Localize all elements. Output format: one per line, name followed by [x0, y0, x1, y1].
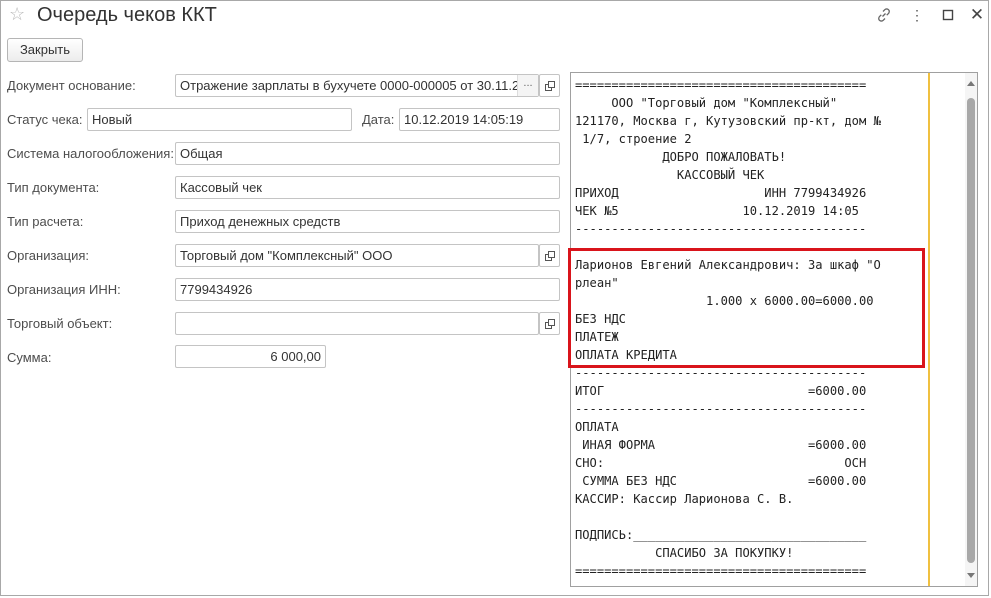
close-button[interactable]: Закрыть — [7, 38, 83, 62]
tax-system-value: Общая — [180, 146, 223, 161]
receipt-line: СУММА БЕЗ НДС =6000.00 — [575, 474, 867, 488]
inn-label: Организация ИНН: — [7, 282, 121, 297]
maximize-icon[interactable] — [939, 6, 959, 24]
link-icon[interactable] — [875, 6, 895, 24]
receipt-line: ИНАЯ ФОРМА =6000.00 — [575, 438, 867, 452]
window-title: Очередь чеков ККТ — [37, 4, 217, 26]
doc-type-value: Кассовый чек — [180, 180, 262, 195]
scroll-up-arrow-icon[interactable] — [967, 81, 975, 86]
date-label: Дата: — [362, 112, 395, 127]
receipt-line: 1/7, строение 2 — [575, 132, 692, 146]
organization-value: Торговый дом "Комплексный" ООО — [180, 248, 393, 263]
open-form-icon — [545, 319, 555, 329]
receipt-line: КАССИР: Кассир Ларионова С. В. — [575, 492, 794, 506]
trade-object-label: Торговый объект: — [7, 316, 113, 331]
sum-label: Сумма: — [7, 350, 52, 365]
trade-object-field[interactable] — [175, 312, 539, 335]
inn-value: 7799434926 — [180, 282, 253, 297]
receipt-line: ИТОГ =6000.00 — [575, 384, 867, 398]
receipt-line: ---------------------------------------- — [575, 402, 867, 416]
doc-basis-open-button[interactable] — [539, 74, 560, 97]
page-margin-line — [928, 73, 930, 586]
doc-type-label: Тип документа: — [7, 180, 100, 195]
organization-field[interactable]: Торговый дом "Комплексный" ООО — [175, 244, 539, 267]
highlight-annotation-box — [568, 248, 925, 368]
date-field[interactable]: 10.12.2019 14:05:19 — [399, 108, 560, 131]
organization-label: Организация: — [7, 248, 90, 263]
favorite-star-icon[interactable]: ☆ — [9, 4, 25, 24]
receipt-scrollbar[interactable] — [965, 73, 977, 586]
doc-basis-value: Отражение зарплаты в бухучете 0000-00000… — [180, 78, 520, 93]
receipt-line: ДОБРО ПОЖАЛОВАТЬ! — [575, 150, 787, 164]
title-bar: ☆ Очередь чеков ККТ ⋮ ✕ — [1, 1, 990, 31]
status-value: Новый — [92, 112, 133, 127]
receipt-line: ПОДПИСЬ:________________________________ — [575, 528, 867, 542]
receipt-line: ======================================== — [575, 564, 867, 578]
sum-field[interactable]: 6 000,00 — [175, 345, 326, 368]
calc-type-field[interactable]: Приход денежных средств — [175, 210, 560, 233]
receipt-line: ОПЛАТА — [575, 420, 619, 434]
organization-open-button[interactable] — [539, 244, 560, 267]
tax-system-field[interactable]: Общая — [175, 142, 560, 165]
scroll-down-arrow-icon[interactable] — [967, 573, 975, 578]
status-label: Статус чека: — [7, 112, 83, 127]
receipt-line: СПАСИБО ЗА ПОКУПКУ! — [575, 546, 794, 560]
calc-type-value: Приход денежных средств — [180, 214, 341, 229]
doc-basis-ellipsis-button[interactable]: ... — [517, 75, 538, 96]
status-field[interactable]: Новый — [87, 108, 352, 131]
receipt-line: ---------------------------------------- — [575, 222, 867, 236]
calc-type-label: Тип расчета: — [7, 214, 84, 229]
receipt-line: ООО "Торговый дом "Комплексный" — [575, 96, 838, 110]
receipt-queue-window: ☆ Очередь чеков ККТ ⋮ ✕ Закрыть Документ… — [0, 0, 989, 596]
tax-system-label: Система налогообложения: — [7, 146, 174, 161]
receipt-line: ПРИХОД ИНН 7799434926 — [575, 186, 867, 200]
inn-field[interactable]: 7799434926 — [175, 278, 560, 301]
receipt-line: ======================================== — [575, 78, 867, 92]
receipt-line: ЧЕК №5 10.12.2019 14:05 — [575, 204, 859, 218]
trade-object-open-button[interactable] — [539, 312, 560, 335]
receipt-line: КАССОВЫЙ ЧЕК — [575, 168, 765, 182]
date-value: 10.12.2019 14:05:19 — [404, 112, 524, 127]
open-form-icon — [545, 81, 555, 91]
receipt-line: СНО: ОСН — [575, 456, 867, 470]
close-window-icon[interactable]: ✕ — [967, 6, 987, 24]
scroll-thumb[interactable] — [967, 98, 975, 563]
doc-basis-label: Документ основание: — [7, 78, 136, 93]
receipt-line: 121170, Москва г, Кутузовский пр-кт, дом… — [575, 114, 881, 128]
open-form-icon — [545, 251, 555, 261]
sum-value: 6 000,00 — [270, 349, 321, 364]
doc-basis-field[interactable]: Отражение зарплаты в бухучете 0000-00000… — [175, 74, 539, 97]
more-actions-icon[interactable]: ⋮ — [907, 6, 927, 24]
doc-type-field[interactable]: Кассовый чек — [175, 176, 560, 199]
